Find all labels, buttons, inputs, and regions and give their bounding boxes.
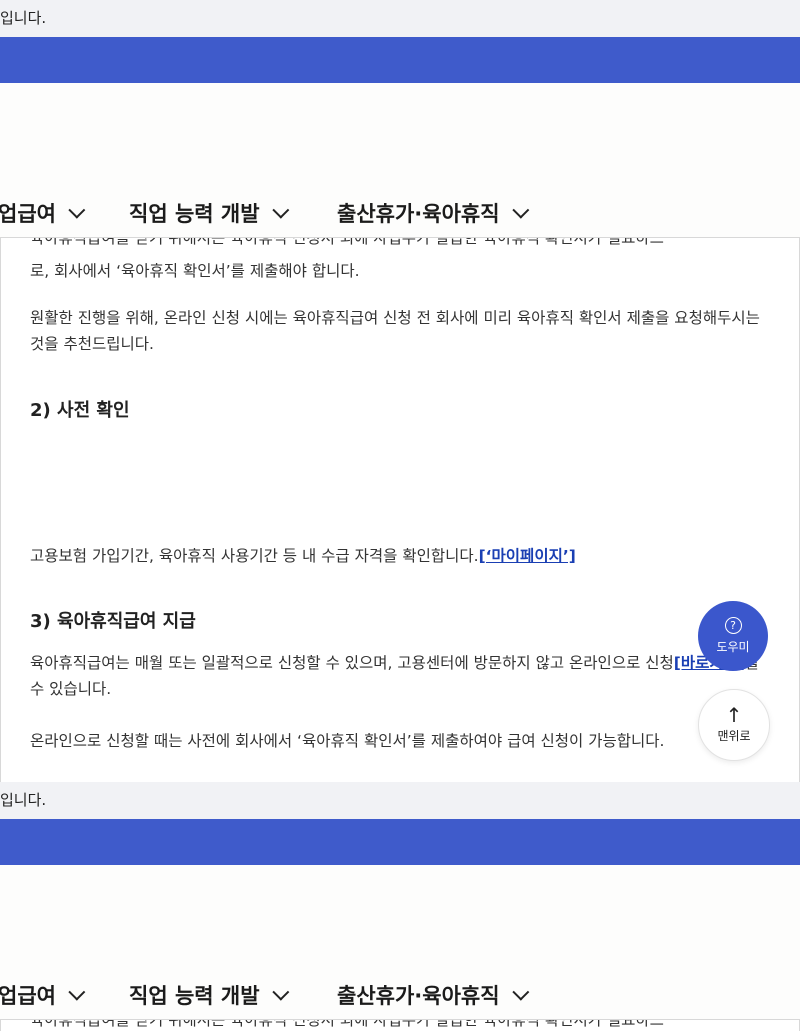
- paragraph: 로, 회사에서 ‘육아휴직 확인서’를 제출해야 합니다.: [30, 262, 360, 280]
- notice-text: 입니다.: [0, 9, 47, 27]
- nav-item-unemployment[interactable]: 업급여: [0, 198, 86, 228]
- section-heading: 2) 사전 확인: [30, 400, 130, 421]
- main-nav: 업급여 직업 능력 개발 출산휴가·육아휴직: [0, 968, 800, 1019]
- nav-item-label: 출산휴가·육아휴직: [337, 984, 500, 1008]
- notice-bar: 입니다.: [0, 0, 800, 37]
- notice-text: 입니다.: [0, 791, 47, 809]
- main-nav: 업급여 직업 능력 개발 출산휴가·육아휴직: [0, 186, 800, 237]
- arrow-up-icon: ↑: [725, 703, 743, 727]
- nav-item-unemployment[interactable]: 업급여: [0, 980, 86, 1010]
- page-segment-bottom: 입니다. 업급여 직업 능력 개발 출산휴가·육아휴직 육아휴직급여를 받기 위…: [0, 782, 800, 1031]
- header-bar: [0, 37, 800, 83]
- paragraph: 온라인으로 신청할 때는 사전에 회사에서 ‘육아휴직 확인서’를 제출하여야 …: [30, 732, 665, 750]
- paragraph-cutoff: 육아휴직급여를 받기 위해서는 육아휴직 신청서 외에 사업주가 발급한 육아휴…: [30, 1019, 664, 1029]
- help-button[interactable]: ? 도우미: [698, 601, 768, 671]
- header-spacer: [0, 83, 800, 186]
- paragraph-cutoff: 육아휴직급여를 받기 위해서는 육아휴직 신청서 외에 사업주가 발급한 육아휴…: [30, 237, 664, 247]
- help-label: 도우미: [716, 640, 750, 654]
- scroll-top-label: 맨위로: [717, 729, 751, 743]
- header-spacer: [0, 865, 800, 968]
- nav-item-label: 직업 능력 개발: [129, 202, 260, 226]
- page-segment-top: 입니다. 업급여 직업 능력 개발 출산휴가·육아휴직 육아휴직급여를 받기 위…: [0, 0, 800, 782]
- content-panel: 육아휴직급여를 받기 위해서는 육아휴직 신청서 외에 사업주가 발급한 육아휴…: [0, 1019, 800, 1031]
- mypage-link[interactable]: [‘마이페이지’]: [479, 547, 576, 565]
- paragraph: 육아휴직급여는 매월 또는 일괄적으로 신청할 수 있으며, 고용센터에 방문하…: [30, 654, 759, 698]
- nav-item-parental-leave[interactable]: 출산휴가·육아휴직: [337, 980, 529, 1010]
- notice-bar: 입니다.: [0, 782, 800, 819]
- nav-item-label: 출산휴가·육아휴직: [337, 202, 500, 226]
- content-panel: 육아휴직급여를 받기 위해서는 육아휴직 신청서 외에 사업주가 발급한 육아휴…: [0, 237, 800, 782]
- nav-item-job-skills[interactable]: 직업 능력 개발: [129, 980, 289, 1010]
- paragraph: 고용보험 가입기간, 육아휴직 사용기간 등 내 수급 자격을 확인합니다.[‘…: [30, 547, 576, 565]
- nav-item-job-skills[interactable]: 직업 능력 개발: [129, 198, 289, 228]
- nav-item-label: 업급여: [0, 984, 56, 1008]
- chevron-down-icon: [68, 201, 86, 219]
- question-circle-icon: ?: [724, 617, 742, 634]
- nav-item-label: 업급여: [0, 202, 56, 226]
- section-heading: 3) 육아휴직급여 지급: [30, 611, 196, 632]
- chevron-down-icon: [511, 201, 529, 219]
- header-bar: [0, 819, 800, 865]
- nav-item-parental-leave[interactable]: 출산휴가·육아휴직: [337, 198, 529, 228]
- chevron-down-icon: [271, 983, 289, 1001]
- chevron-down-icon: [271, 201, 289, 219]
- nav-item-label: 직업 능력 개발: [129, 984, 260, 1008]
- paragraph: 원활한 진행을 위해, 온라인 신청 시에는 육아휴직급여 신청 전 회사에 미…: [30, 309, 760, 353]
- chevron-down-icon: [511, 983, 529, 1001]
- scroll-top-button[interactable]: ↑ 맨위로: [698, 689, 770, 761]
- chevron-down-icon: [68, 983, 86, 1001]
